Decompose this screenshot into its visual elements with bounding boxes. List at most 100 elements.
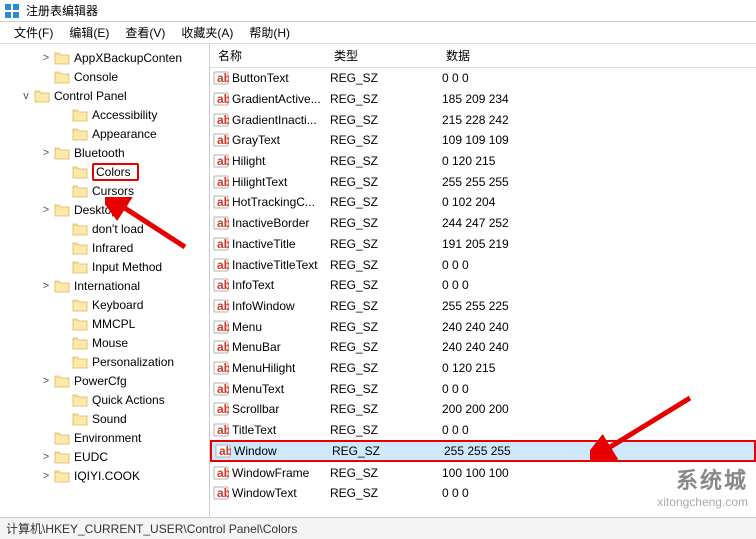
menu-bar: 文件(F) 编辑(E) 查看(V) 收藏夹(A) 帮助(H): [0, 22, 756, 44]
tree-item-label: Sound: [92, 412, 127, 426]
value-data: 240 240 240: [442, 320, 756, 334]
value-row-infotext[interactable]: abInfoTextREG_SZ0 0 0: [210, 275, 756, 296]
list-body: abButtonTextREG_SZ0 0 0abGradientActive.…: [210, 68, 756, 504]
folder-icon: [34, 89, 50, 103]
value-row-window[interactable]: abWindowREG_SZ255 255 255: [210, 440, 756, 462]
folder-icon: [72, 355, 88, 369]
tree-item-don-t-load[interactable]: don't load: [0, 219, 209, 238]
reg-string-icon: ab: [210, 339, 232, 355]
value-row-hilighttext[interactable]: abHilightTextREG_SZ255 255 255: [210, 171, 756, 192]
tree-item-appearance[interactable]: Appearance: [0, 124, 209, 143]
reg-string-icon: ab: [210, 194, 232, 210]
tree-item-environment[interactable]: Environment: [0, 428, 209, 447]
folder-icon: [72, 298, 88, 312]
value-row-gradientinacti-[interactable]: abGradientInacti...REG_SZ215 228 242: [210, 109, 756, 130]
value-name: InactiveBorder: [232, 216, 309, 230]
value-row-menutext[interactable]: abMenuTextREG_SZ0 0 0: [210, 378, 756, 399]
col-header-type[interactable]: 类型: [330, 47, 442, 64]
value-row-infowindow[interactable]: abInfoWindowREG_SZ255 255 225: [210, 296, 756, 317]
svg-text:ab: ab: [217, 237, 229, 251]
svg-text:ab: ab: [217, 361, 229, 375]
tree-item-infrared[interactable]: Infrared: [0, 238, 209, 257]
value-row-inactiveborder[interactable]: abInactiveBorderREG_SZ244 247 252: [210, 213, 756, 234]
expand-icon[interactable]: >: [38, 52, 54, 64]
menu-file[interactable]: 文件(F): [6, 22, 61, 43]
tree-item-personalization[interactable]: Personalization: [0, 352, 209, 371]
tree-item-label: Environment: [74, 431, 141, 445]
value-data: 240 240 240: [442, 340, 756, 354]
tree-item-powercfg[interactable]: >PowerCfg: [0, 371, 209, 390]
value-row-titletext[interactable]: abTitleTextREG_SZ0 0 0: [210, 420, 756, 441]
tree-item-mmcpl[interactable]: MMCPL: [0, 314, 209, 333]
status-path: 计算机\HKEY_CURRENT_USER\Control Panel\Colo…: [6, 520, 297, 537]
folder-icon: [54, 146, 70, 160]
col-header-name[interactable]: 名称: [210, 47, 330, 64]
menu-view[interactable]: 查看(V): [117, 22, 173, 43]
value-row-inactivetitle[interactable]: abInactiveTitleREG_SZ191 205 219: [210, 234, 756, 255]
col-header-data[interactable]: 数据: [442, 47, 756, 64]
value-type: REG_SZ: [330, 237, 442, 251]
value-data: 255 255 255: [442, 175, 756, 189]
tree-item-console[interactable]: Console: [0, 67, 209, 86]
value-row-buttontext[interactable]: abButtonTextREG_SZ0 0 0: [210, 68, 756, 89]
value-row-hilight[interactable]: abHilightREG_SZ0 120 215: [210, 151, 756, 172]
tree-item-eudc[interactable]: >EUDC: [0, 447, 209, 466]
folder-icon: [54, 70, 70, 84]
tree-item-accessibility[interactable]: Accessibility: [0, 105, 209, 124]
menu-favorites[interactable]: 收藏夹(A): [173, 22, 241, 43]
value-row-menu[interactable]: abMenuREG_SZ240 240 240: [210, 316, 756, 337]
svg-text:ab: ab: [217, 402, 229, 416]
value-row-scrollbar[interactable]: abScrollbarREG_SZ200 200 200: [210, 399, 756, 420]
tree-item-input-method[interactable]: Input Method: [0, 257, 209, 276]
value-row-inactivetitletext[interactable]: abInactiveTitleTextREG_SZ0 0 0: [210, 254, 756, 275]
value-row-hottrackingc-[interactable]: abHotTrackingC...REG_SZ0 102 204: [210, 192, 756, 213]
tree-item-label: Colors: [92, 163, 139, 181]
tree-item-mouse[interactable]: Mouse: [0, 333, 209, 352]
tree-item-iqiyi-cook[interactable]: >IQIYI.COOK: [0, 466, 209, 485]
reg-string-icon: ab: [210, 257, 232, 273]
tree-item-control-panel[interactable]: vControl Panel: [0, 86, 209, 105]
tree-item-international[interactable]: >International: [0, 276, 209, 295]
value-row-menuhilight[interactable]: abMenuHilightREG_SZ0 120 215: [210, 358, 756, 379]
value-data: 100 100 100: [442, 466, 756, 480]
list-pane[interactable]: 名称 类型 数据 abButtonTextREG_SZ0 0 0abGradie…: [210, 44, 756, 517]
tree-item-keyboard[interactable]: Keyboard: [0, 295, 209, 314]
value-name: ButtonText: [232, 71, 289, 85]
value-type: REG_SZ: [330, 466, 442, 480]
tree-item-bluetooth[interactable]: >Bluetooth: [0, 143, 209, 162]
value-row-windowframe[interactable]: abWindowFrameREG_SZ100 100 100: [210, 462, 756, 483]
value-row-graytext[interactable]: abGrayTextREG_SZ109 109 109: [210, 130, 756, 151]
tree-item-sound[interactable]: Sound: [0, 409, 209, 428]
tree-item-desktop[interactable]: >Desktop: [0, 200, 209, 219]
expand-icon[interactable]: >: [38, 147, 54, 159]
value-type: REG_SZ: [330, 361, 442, 375]
expand-icon[interactable]: >: [38, 451, 54, 463]
reg-string-icon: ab: [210, 236, 232, 252]
value-name: GradientInacti...: [232, 113, 317, 127]
reg-string-icon: ab: [210, 70, 232, 86]
value-row-windowtext[interactable]: abWindowTextREG_SZ0 0 0: [210, 483, 756, 504]
tree-item-appxbackupconten[interactable]: >AppXBackupConten: [0, 48, 209, 67]
value-row-gradientactive-[interactable]: abGradientActive...REG_SZ185 209 234: [210, 89, 756, 110]
expand-icon[interactable]: >: [38, 280, 54, 292]
menu-edit[interactable]: 编辑(E): [61, 22, 117, 43]
tree-item-quick-actions[interactable]: Quick Actions: [0, 390, 209, 409]
folder-icon: [72, 165, 88, 179]
value-name: MenuBar: [232, 340, 281, 354]
tree-item-colors[interactable]: Colors: [0, 162, 209, 181]
folder-icon: [72, 184, 88, 198]
expand-icon[interactable]: >: [38, 204, 54, 216]
tree-item-label: MMCPL: [92, 317, 135, 331]
tree-pane[interactable]: >AppXBackupContenConsolevControl PanelAc…: [0, 44, 210, 517]
value-data: 215 228 242: [442, 113, 756, 127]
menu-help[interactable]: 帮助(H): [241, 22, 298, 43]
expand-icon[interactable]: v: [18, 90, 34, 102]
tree-item-label: Appearance: [92, 127, 157, 141]
svg-text:ab: ab: [217, 486, 229, 500]
tree-item-cursors[interactable]: Cursors: [0, 181, 209, 200]
expand-icon[interactable]: >: [38, 375, 54, 387]
tree-item-label: Personalization: [92, 355, 174, 369]
value-row-menubar[interactable]: abMenuBarREG_SZ240 240 240: [210, 337, 756, 358]
svg-text:ab: ab: [217, 113, 229, 127]
expand-icon[interactable]: >: [38, 470, 54, 482]
